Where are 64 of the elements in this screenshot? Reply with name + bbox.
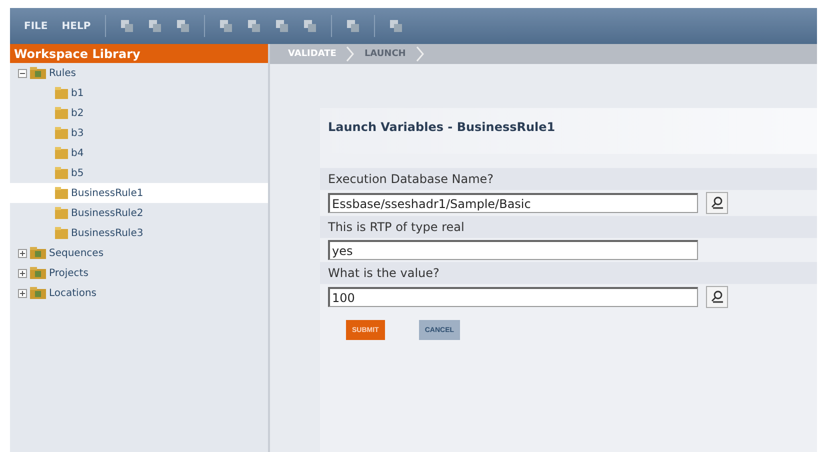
tree-label: Locations [49,288,97,298]
tree-item[interactable]: b1 [10,83,268,103]
stack-icon[interactable] [274,19,289,33]
tree-label: BusinessRule3 [71,228,144,238]
lookup-button[interactable] [706,192,728,214]
field-label: This is RTP of type real [320,216,817,238]
tree-item[interactable]: b4 [10,143,268,163]
stack-icon[interactable] [218,19,233,33]
tree-item[interactable]: BusinessRule2 [10,203,268,223]
tree-label: Projects [49,268,88,278]
tree-label: BusinessRule1 [71,188,144,198]
tree-item[interactable]: Rules [10,63,268,83]
expand-icon[interactable] [18,288,27,298]
expand-icon[interactable] [18,248,27,258]
folder-icon [55,147,68,159]
folder-icon [30,247,46,259]
folder-icon [55,107,68,119]
collapse-icon[interactable] [18,68,27,78]
folder-icon [55,127,68,139]
panel-title: Workspace Library [10,44,268,63]
search-icon [710,196,724,210]
tree-label: b4 [71,148,84,158]
field-label: What is the value? [320,262,817,284]
tree-label: b5 [71,168,84,178]
stack-icon[interactable] [388,19,403,33]
stack-icon[interactable] [302,19,317,33]
folder-icon [55,87,68,99]
chevron-icon [346,46,354,62]
tree-item[interactable]: Sequences [10,243,268,263]
tree-label: Sequences [49,248,104,258]
tree-item[interactable]: BusinessRule3 [10,223,268,243]
input-field[interactable]: Essbase/sseshadr1/Sample/Basic [328,193,698,213]
search-icon [710,290,724,304]
tree-label: b3 [71,128,84,138]
input-field[interactable]: 100 [328,287,698,307]
lookup-button[interactable] [706,286,728,308]
tree-label: BusinessRule2 [71,208,144,218]
tree-item[interactable]: b2 [10,103,268,123]
folder-icon [55,227,68,239]
input-field[interactable]: yes [328,240,698,260]
expand-icon[interactable] [18,268,27,278]
folder-icon [55,167,68,179]
tree-label: Rules [49,68,76,78]
tree-label: b2 [71,108,84,118]
stack-icon[interactable] [148,19,162,33]
tree-item[interactable]: Locations [10,283,268,303]
field-label: Execution Database Name? [320,168,817,190]
stack-icon[interactable] [120,19,134,33]
tree-label: b1 [71,88,84,98]
folder-icon [55,207,68,219]
tree-item[interactable]: BusinessRule1 [10,183,268,203]
stack-icon[interactable] [246,19,261,33]
stack-icon[interactable] [176,19,190,33]
folder-icon [55,187,68,199]
tree-item[interactable]: b5 [10,163,268,183]
stack-icon[interactable] [346,19,360,33]
menu-item[interactable]: FILE [24,20,48,32]
folder-icon [30,287,46,299]
folder-icon [30,67,46,79]
tree-item[interactable]: Projects [10,263,268,283]
folder-icon [30,267,46,279]
chevron-icon [416,46,424,62]
tree-item[interactable]: b3 [10,123,268,143]
menu-item[interactable]: HELP [62,20,91,32]
